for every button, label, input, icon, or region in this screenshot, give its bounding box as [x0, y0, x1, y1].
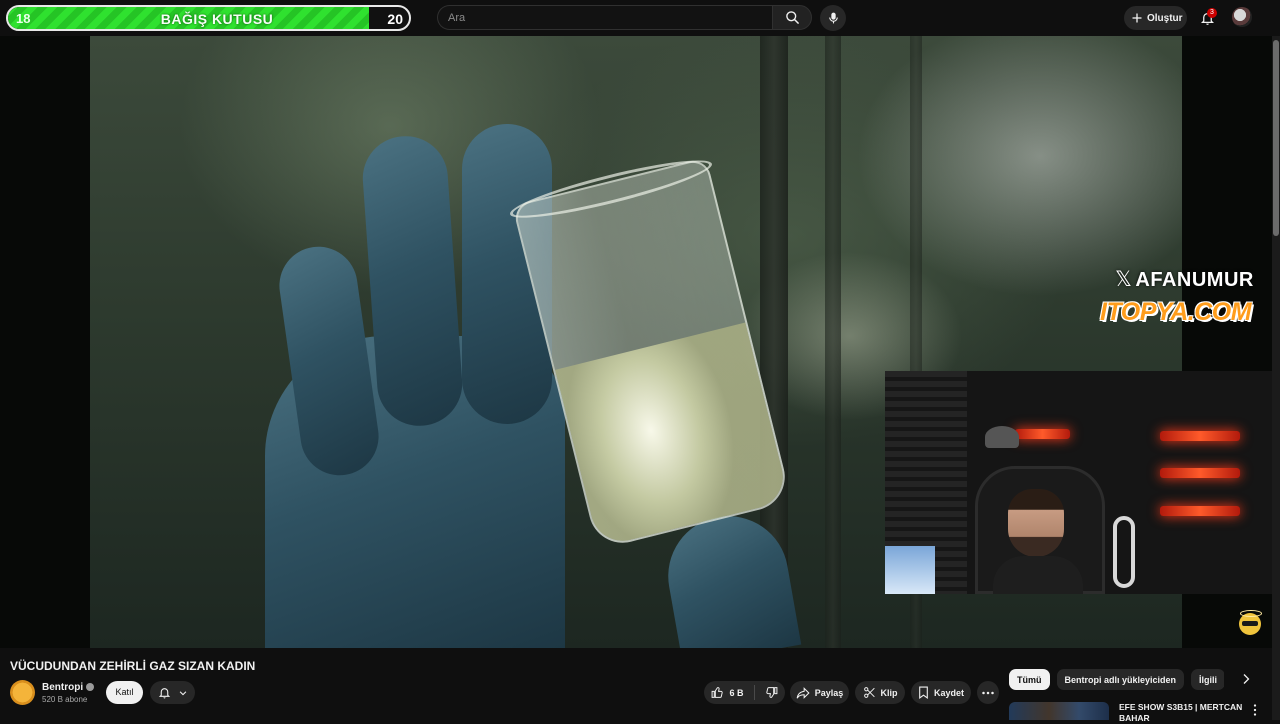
plus-icon [1131, 12, 1143, 24]
recommended-video-title[interactable]: EFE SHOW S3B15 | MERTCAN BAHAR [1119, 702, 1244, 724]
share-label: Paylaş [814, 687, 844, 698]
channel-name[interactable]: Bentropi [42, 682, 83, 693]
top-bar: 18 BAĞIŞ KUTUSU 20 Oluştur 3 [0, 0, 1280, 36]
bell-icon [158, 686, 171, 699]
streamer-head [1008, 489, 1064, 557]
like-button[interactable]: 6 B [711, 685, 755, 700]
create-button[interactable]: Oluştur [1124, 6, 1187, 30]
join-button[interactable]: Katıl [106, 681, 143, 704]
bladeless-fan [1113, 516, 1135, 588]
video-player[interactable]: 𝕏 AFANUMUR ITOPYA.COM [0, 36, 1272, 648]
search-icon [785, 10, 800, 25]
search-button[interactable] [772, 5, 812, 30]
save-label: Kaydet [933, 687, 964, 698]
more-horiz-icon [982, 691, 994, 695]
search-input[interactable] [438, 6, 768, 29]
subscriber-count: 520 B abone [42, 695, 88, 704]
subscription-notifications-button[interactable] [150, 681, 195, 704]
chip-related[interactable]: İlgili [1191, 669, 1224, 690]
thumbs-down-icon [765, 686, 778, 699]
mic-icon [827, 11, 840, 25]
emoji-sunglasses-icon [1239, 610, 1262, 635]
sponsor-logo: ITOPYA.COM [1100, 298, 1252, 326]
notification-count-badge: 3 [1207, 8, 1217, 18]
clip-button[interactable]: Klip [855, 681, 905, 704]
more-vert-icon [1253, 704, 1257, 716]
more-actions-button[interactable] [977, 681, 999, 704]
led-strip [1160, 506, 1240, 516]
video-title: VÜCUDUNDAN ZEHİRLİ GAZ SIZAN KADIN [10, 659, 256, 673]
vial-liquid [555, 322, 790, 548]
thumbs-up-icon [711, 686, 724, 699]
voice-search-button[interactable] [820, 5, 846, 31]
led-strip [1015, 429, 1070, 439]
x-handle-text: AFANUMUR [1135, 269, 1254, 291]
chip-from-uploader[interactable]: Bentropi adlı yükleyiciden [1056, 669, 1185, 690]
chevron-right-icon [1241, 673, 1251, 685]
bookmark-icon [918, 686, 929, 699]
channel-avatar[interactable] [10, 680, 35, 705]
recommended-video-thumbnail[interactable] [1009, 702, 1109, 720]
x-handle-overlay: 𝕏 AFANUMUR [1115, 267, 1254, 292]
like-dislike-group: 6 B [704, 681, 785, 704]
filter-chips: Tümü Bentropi adlı yükleyiciden İlgili S… [1009, 669, 1224, 690]
share-button[interactable]: Paylaş [790, 681, 849, 704]
webcam-window [885, 546, 935, 594]
user-avatar[interactable] [1232, 7, 1252, 27]
chip-all[interactable]: Tümü [1009, 669, 1050, 690]
channel-name-row[interactable]: Bentropi [42, 682, 95, 693]
led-strip [1160, 468, 1240, 478]
donation-progress-bar: 18 BAĞIŞ KUTUSU 20 [6, 5, 411, 31]
chips-next-button[interactable] [1238, 671, 1254, 687]
chevron-down-icon [178, 688, 188, 698]
dislike-button[interactable] [760, 686, 778, 699]
donation-title: BAĞIŞ KUTUSU [160, 11, 274, 27]
desk-lamp [985, 426, 1019, 448]
x-logo-icon: 𝕏 [1115, 268, 1133, 291]
search-box [437, 5, 772, 30]
verified-icon [86, 683, 95, 691]
like-count: 6 B [729, 687, 744, 698]
recommended-video-menu-button[interactable] [1250, 703, 1260, 717]
create-label: Oluştur [1147, 12, 1183, 24]
donation-max-value: 20 [387, 11, 403, 27]
scrollbar-thumb[interactable] [1273, 40, 1279, 236]
streamer-body [993, 556, 1083, 594]
led-strip [1160, 431, 1240, 441]
clip-label: Klip [880, 687, 898, 698]
share-icon [796, 686, 810, 699]
scissors-icon [863, 686, 876, 699]
streamer-webcam [885, 371, 1272, 594]
save-button[interactable]: Kaydet [911, 681, 971, 704]
tree-trunk [825, 36, 841, 648]
